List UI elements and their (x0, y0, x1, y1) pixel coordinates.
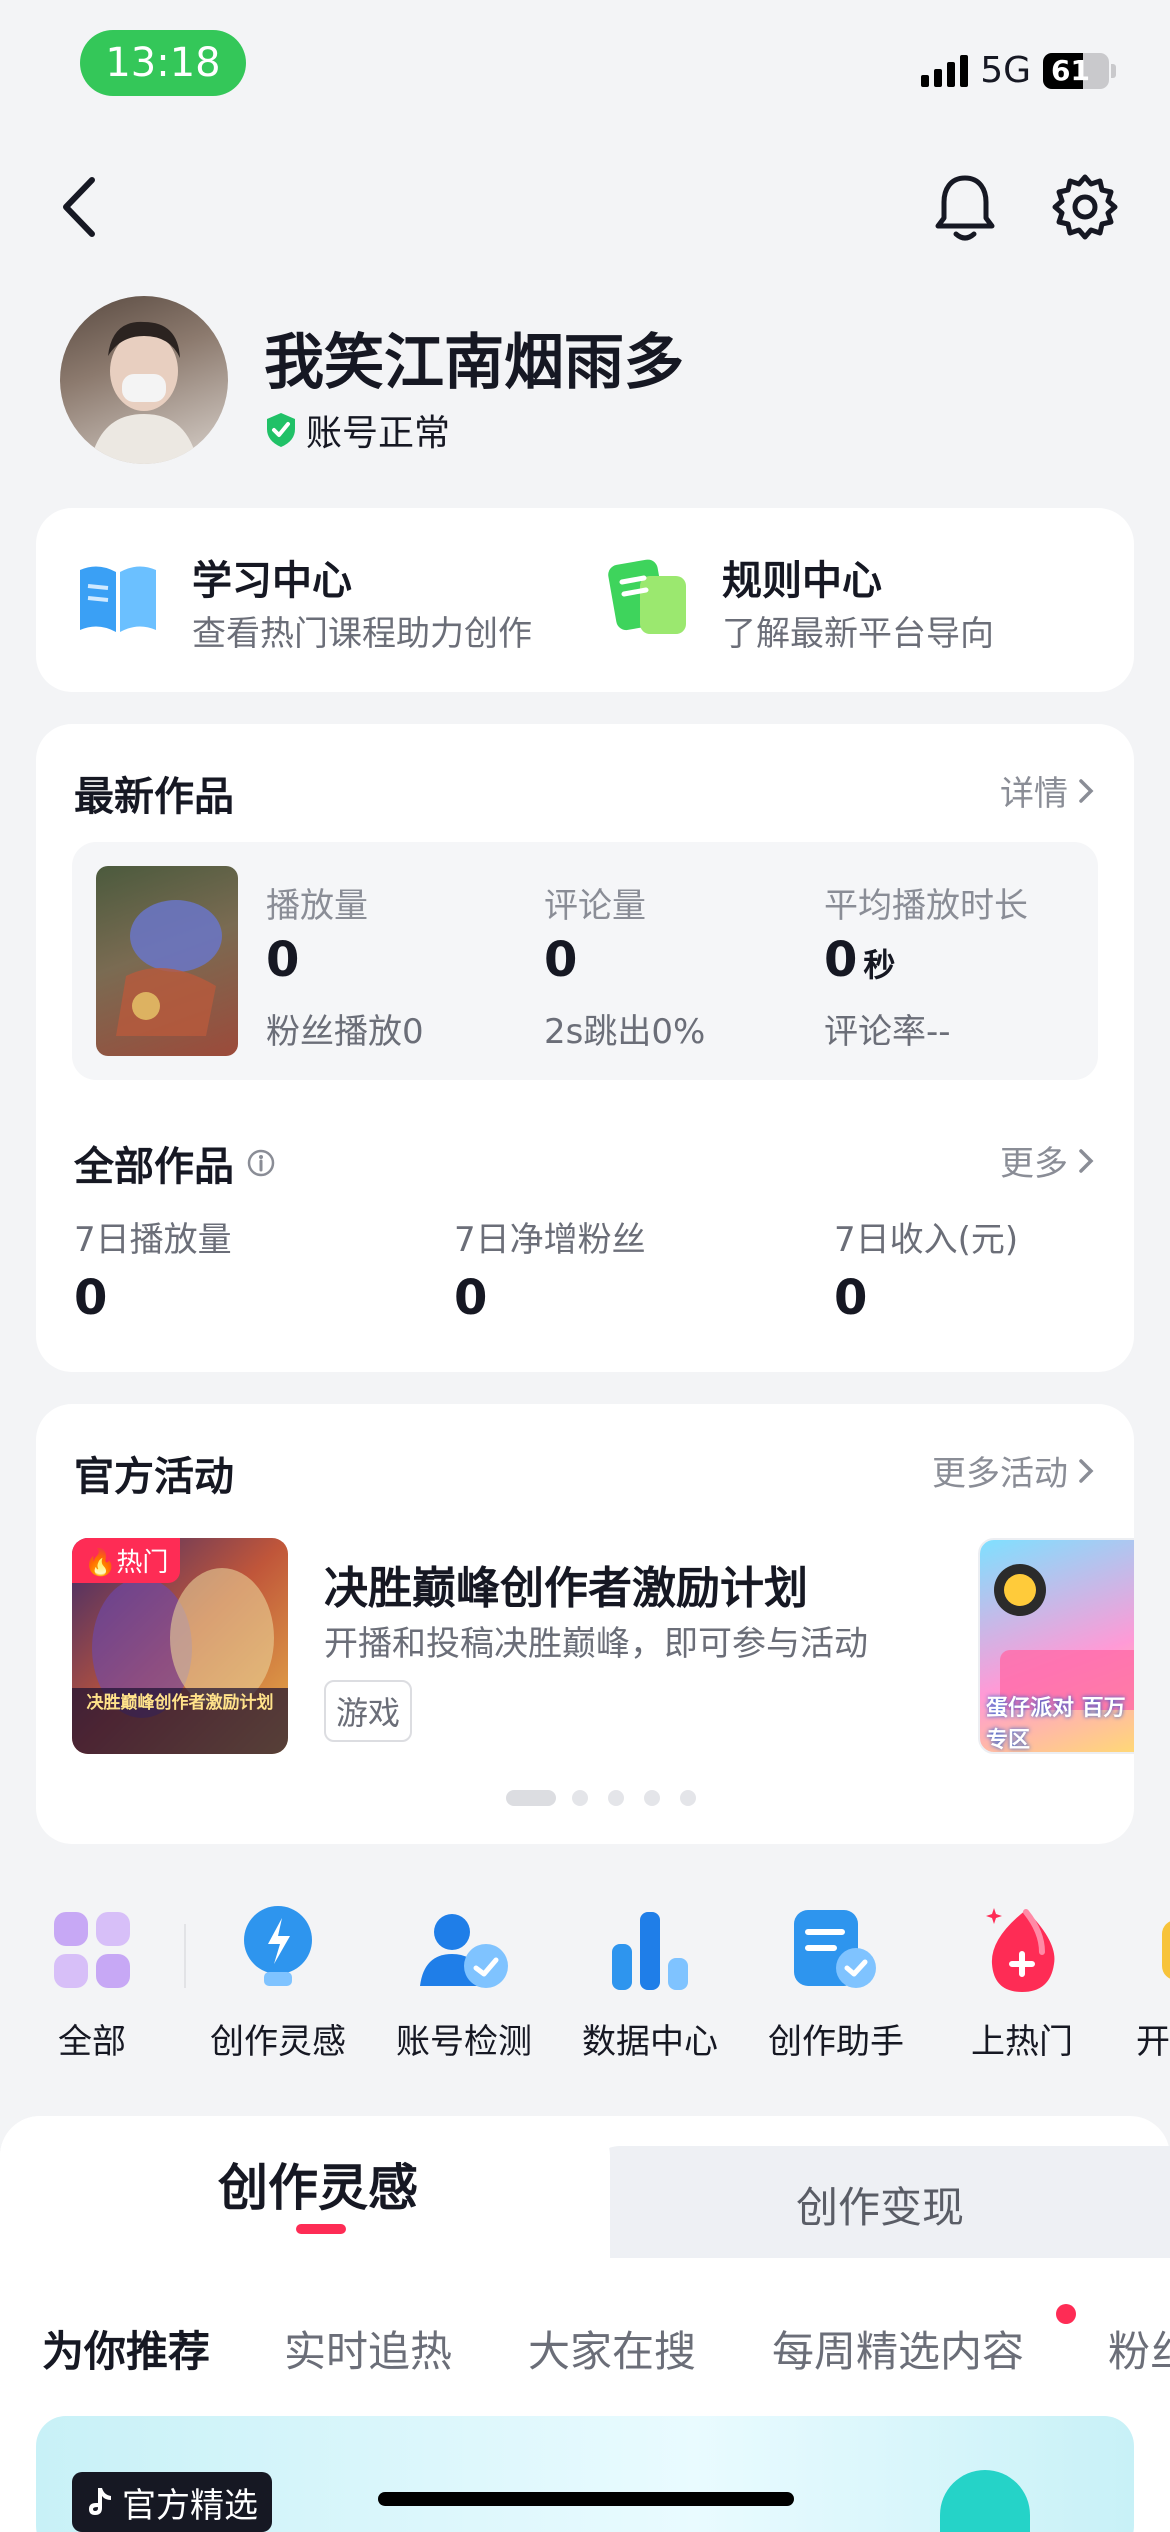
works-card: 最新作品 详情 播放量 0 粉丝播放0 评论量 0 2s跳出0% 平均播放时长 … (36, 724, 1134, 1372)
signal-icon (921, 54, 969, 87)
all-works-header: 全部作品 (74, 1134, 276, 1192)
latest-works-title: 最新作品 (74, 774, 234, 820)
chevron-right-icon (1079, 1458, 1094, 1483)
account-status[interactable]: 账号正常 (264, 404, 450, 456)
quick-links-card: 学习中心 查看热门课程助力创作 规则中心 了解最新平台导向 (36, 508, 1134, 692)
info-icon[interactable] (246, 1148, 276, 1178)
stat-value-7d-fans: 0 (454, 1270, 488, 1326)
all-works-more-link[interactable]: 更多 (1000, 1136, 1094, 1185)
stat-value-7d-plays: 0 (74, 1270, 108, 1326)
stat-label-avg-duration: 平均播放时长 (824, 886, 1028, 926)
stat-value-avg-duration: 0 (824, 932, 858, 988)
profile-name: 我笑江南烟雨多 (264, 328, 684, 398)
subtab-recommended[interactable]: 为你推荐 (42, 2318, 210, 2379)
tool-label: 创作助手 (768, 2022, 904, 2062)
subtab-popular-search[interactable]: 大家在搜 (528, 2318, 696, 2379)
lightbulb-icon (244, 1906, 312, 1986)
carousel-dot[interactable] (644, 1790, 660, 1806)
official-picks-badge: 官方精选 (72, 2472, 272, 2532)
hot-drop-icon (986, 1908, 1055, 1992)
activity-title[interactable]: 决胜巅峰创作者激励计划 (324, 1552, 808, 1616)
activities-more-link[interactable]: 更多活动 (932, 1446, 1094, 1495)
hot-badge: 🔥热门 (72, 1538, 181, 1583)
stat-value-7d-income: 0 (834, 1270, 868, 1326)
carousel-dot-active[interactable] (506, 1790, 556, 1806)
tiktok-note-icon (89, 2488, 111, 2515)
stat-unit-seconds: 秒 (863, 946, 896, 984)
tool-all[interactable]: 全部 (2, 1900, 182, 2063)
tool-label: 开 (1136, 2022, 1170, 2062)
video-thumbnail[interactable] (96, 866, 238, 1056)
tool-label: 数据中心 (582, 2022, 718, 2062)
all-works-title: 全部作品 (74, 1144, 234, 1190)
carousel-dot[interactable] (680, 1790, 696, 1806)
tool-label: 创作灵感 (210, 2022, 346, 2062)
activity-banner-text: 决胜巅峰创作者激励计划 (86, 1693, 274, 1713)
stat-label-7d-fans: 7日净增粉丝 (454, 1220, 646, 1260)
stat-label-7d-plays: 7日播放量 (74, 1220, 232, 1260)
stat-value-plays: 0 (266, 932, 300, 988)
account-status-label: 账号正常 (306, 413, 451, 454)
rules-center-subtitle: 了解最新平台导向 (722, 614, 994, 654)
tool-account-check[interactable]: 账号检测 (374, 1900, 554, 2063)
activity-banner-next-text: 蛋仔派对 百万专区 (986, 1696, 1126, 1753)
tool-inspiration[interactable]: 创作灵感 (188, 1900, 368, 2063)
tool-hot[interactable]: 上热门 (932, 1900, 1112, 2063)
tool-partial[interactable]: 开 (1118, 1900, 1170, 2063)
gear-icon[interactable] (1050, 172, 1120, 242)
activities-card: 官方活动 更多活动 🔥热门 决胜巅峰创作者激励计划 决胜巅峰创作者激励计划 开播… (36, 1404, 1134, 1844)
bell-icon[interactable] (930, 170, 1000, 244)
tools-divider (184, 1924, 186, 1988)
chevron-right-icon (1079, 778, 1094, 803)
activity-tag: 游戏 (324, 1680, 413, 1742)
learning-center-subtitle: 查看热门课程助力创作 (192, 614, 532, 654)
network-label: 5G (980, 50, 1031, 91)
battery-icon: 61 (1043, 52, 1109, 89)
tab-creative-inspiration[interactable]: 创作灵感 (218, 2148, 418, 2220)
chevron-right-icon (1079, 1148, 1094, 1173)
status-time: 13:18 (80, 30, 246, 96)
grid-icon (54, 1912, 130, 1988)
activities-title: 官方活动 (74, 1454, 234, 1500)
stat-sub-comment-rate: 评论率-- (824, 1012, 951, 1052)
tab-creative-monetization[interactable]: 创作变现 (796, 2174, 964, 2235)
stat-sub-bounce: 2s跳出0% (544, 1012, 706, 1052)
subtab-fans[interactable]: 粉丝 (1108, 2318, 1170, 2379)
home-indicator (378, 2492, 794, 2506)
bell-partial-icon (1162, 1921, 1170, 1979)
stat-label-plays: 播放量 (266, 886, 368, 926)
battery-tip (1111, 63, 1116, 78)
latest-work-panel[interactable]: 播放量 0 粉丝播放0 评论量 0 2s跳出0% 平均播放时长 0 秒 评论率-… (72, 842, 1098, 1080)
stat-sub-fan-plays: 粉丝播放0 (266, 1012, 424, 1052)
status-indicators: 5G 61 (921, 50, 1116, 91)
stat-label-7d-income: 7日收入(元) (834, 1220, 1019, 1260)
tab-active-indicator (296, 2224, 346, 2234)
stat-label-comments: 评论量 (544, 886, 646, 926)
tool-assistant[interactable]: 创作助手 (746, 1900, 926, 2063)
activity-banner-next[interactable]: 蛋仔派对 百万专区 (978, 1538, 1134, 1754)
tool-label: 账号检测 (396, 2022, 532, 2062)
activity-banner[interactable]: 🔥热门 决胜巅峰创作者激励计划 (72, 1538, 288, 1754)
tool-data-center[interactable]: 数据中心 (560, 1900, 740, 2063)
stat-value-avg-duration-wrap: 0 秒 (824, 932, 895, 988)
rules-center-title: 规则中心 (722, 558, 882, 604)
activity-desc: 开播和投稿决胜巅峰，即可参与活动 (324, 1624, 868, 1664)
learning-center-title: 学习中心 (192, 558, 352, 604)
account-check-icon (420, 1914, 508, 1988)
new-dot-badge (1056, 2304, 1076, 2324)
bar-chart-icon (612, 1912, 688, 1990)
latest-works-detail-link[interactable]: 详情 (1000, 766, 1094, 815)
back-icon[interactable] (56, 172, 106, 242)
assistant-doc-icon (794, 1910, 876, 1988)
stat-value-comments: 0 (544, 932, 578, 988)
carousel-dot[interactable] (608, 1790, 624, 1806)
carousel-dot[interactable] (572, 1790, 588, 1806)
subtab-realtime-hot[interactable]: 实时追热 (284, 2318, 452, 2379)
subtab-weekly-picks[interactable]: 每周精选内容 (772, 2318, 1024, 2379)
avatar[interactable] (60, 296, 228, 464)
tool-label: 上热门 (971, 2022, 1073, 2062)
tool-label: 全部 (58, 2022, 126, 2062)
verified-shield-icon (267, 413, 295, 447)
